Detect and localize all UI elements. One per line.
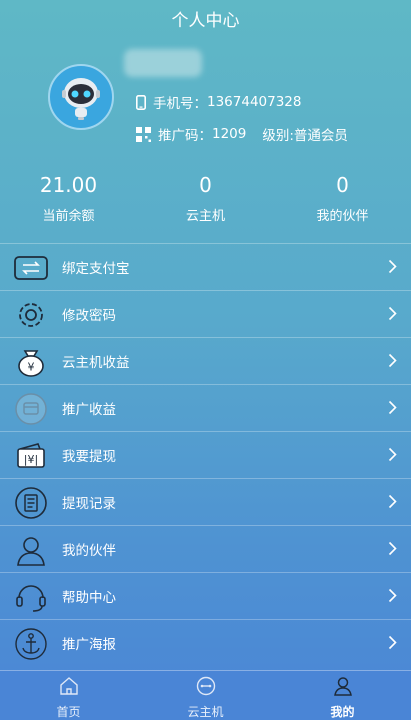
stat-label: 云主机 (185, 209, 225, 224)
money-bag-icon: ¥ (14, 345, 48, 379)
headset-icon (14, 580, 48, 614)
user-icon (14, 533, 48, 567)
menu-item-label: 我的伙伴 (62, 543, 116, 559)
chevron-right-icon (388, 588, 397, 607)
menu-list: 绑定支付宝 修改密码 ¥ 云主机收益 推广收益 |¥| 我要提现 提现记录 我的… (0, 243, 411, 666)
menu-item-change-password[interactable]: 修改密码 (0, 290, 411, 337)
promo-line: 推广码： 1209 级别: 普通会员 (136, 124, 348, 144)
menu-item-withdraw[interactable]: |¥| 我要提现 (0, 431, 411, 478)
promo-code: 1209 (212, 126, 247, 142)
promo-label: 推广码： (158, 128, 212, 144)
tab-label: 首页 (56, 705, 81, 719)
svg-text:¥: ¥ (28, 361, 35, 374)
svg-text:|¥|: |¥| (24, 453, 38, 466)
menu-item-label: 推广海报 (62, 637, 116, 653)
chevron-right-icon (388, 400, 397, 419)
tab-label: 我的 (330, 705, 355, 719)
chevron-right-icon (388, 259, 397, 278)
phone-line: 手机号： 13674407328 (136, 92, 301, 112)
gear-icon (14, 298, 48, 332)
robot-avatar-icon (62, 78, 100, 120)
page-header: 个人中心 (0, 0, 411, 42)
menu-item-label: 修改密码 (62, 308, 116, 324)
stat-partners[interactable]: 0 我的伙伴 (274, 170, 411, 224)
menu-item-label: 帮助中心 (62, 590, 116, 606)
stat-balance[interactable]: 21.00 当前余额 (0, 170, 137, 224)
menu-item-promo-income[interactable]: 推广收益 (0, 384, 411, 431)
menu-item-my-partners[interactable]: 我的伙伴 (0, 525, 411, 572)
stat-value: 0 (199, 173, 212, 197)
menu-item-cloud-income[interactable]: ¥ 云主机收益 (0, 337, 411, 384)
chevron-right-icon (388, 447, 397, 466)
menu-item-label: 云主机收益 (62, 355, 130, 371)
anchor-icon (14, 627, 48, 661)
bottom-tabbar: 首页 云主机 我的 (0, 670, 411, 720)
stat-label: 我的伙伴 (316, 209, 369, 224)
qrcode-icon (136, 126, 151, 142)
chevron-right-icon (388, 494, 397, 513)
cloud-host-icon (196, 676, 216, 700)
tab-home[interactable]: 首页 (0, 671, 137, 720)
menu-item-bind-alipay[interactable]: 绑定支付宝 (0, 243, 411, 290)
page-title: 个人中心 (171, 11, 240, 31)
avatar[interactable] (48, 64, 114, 130)
tab-mine[interactable]: 我的 (274, 671, 411, 720)
username-blurred (124, 49, 202, 77)
stat-value: 21.00 (39, 173, 98, 197)
stats-row: 21.00 当前余额 0 云主机 0 我的伙伴 (0, 170, 411, 224)
menu-item-help-center[interactable]: 帮助中心 (0, 572, 411, 619)
user-icon (333, 676, 353, 700)
phone-number: 13674407328 (207, 94, 302, 110)
promo-income-icon (14, 392, 48, 426)
menu-item-label: 绑定支付宝 (62, 261, 130, 277)
phone-icon (136, 94, 146, 110)
profile-section: 手机号： 13674407328 推广码： 1209 级别: 普通会员 (0, 49, 411, 160)
stat-cloud-host[interactable]: 0 云主机 (137, 170, 274, 224)
phone-label: 手机号： (153, 96, 207, 112)
chevron-right-icon (388, 353, 397, 372)
menu-item-promo-poster[interactable]: 推广海报 (0, 619, 411, 666)
chevron-right-icon (388, 635, 397, 654)
stat-label: 当前余额 (42, 209, 95, 224)
wallet-icon: |¥| (14, 439, 48, 473)
chevron-right-icon (388, 541, 397, 560)
chevron-right-icon (388, 306, 397, 325)
tab-cloud-host[interactable]: 云主机 (137, 671, 274, 720)
level-value: 普通会员 (293, 128, 348, 144)
menu-item-label: 我要提现 (62, 449, 116, 465)
home-icon (59, 676, 79, 700)
menu-item-label: 推广收益 (62, 402, 116, 418)
stat-value: 0 (336, 173, 349, 197)
menu-item-label: 提现记录 (62, 496, 116, 512)
menu-item-withdraw-records[interactable]: 提现记录 (0, 478, 411, 525)
level-label: 级别: (262, 128, 294, 144)
record-icon (14, 486, 48, 520)
tab-label: 云主机 (187, 705, 224, 719)
bind-alipay-icon (14, 251, 48, 285)
